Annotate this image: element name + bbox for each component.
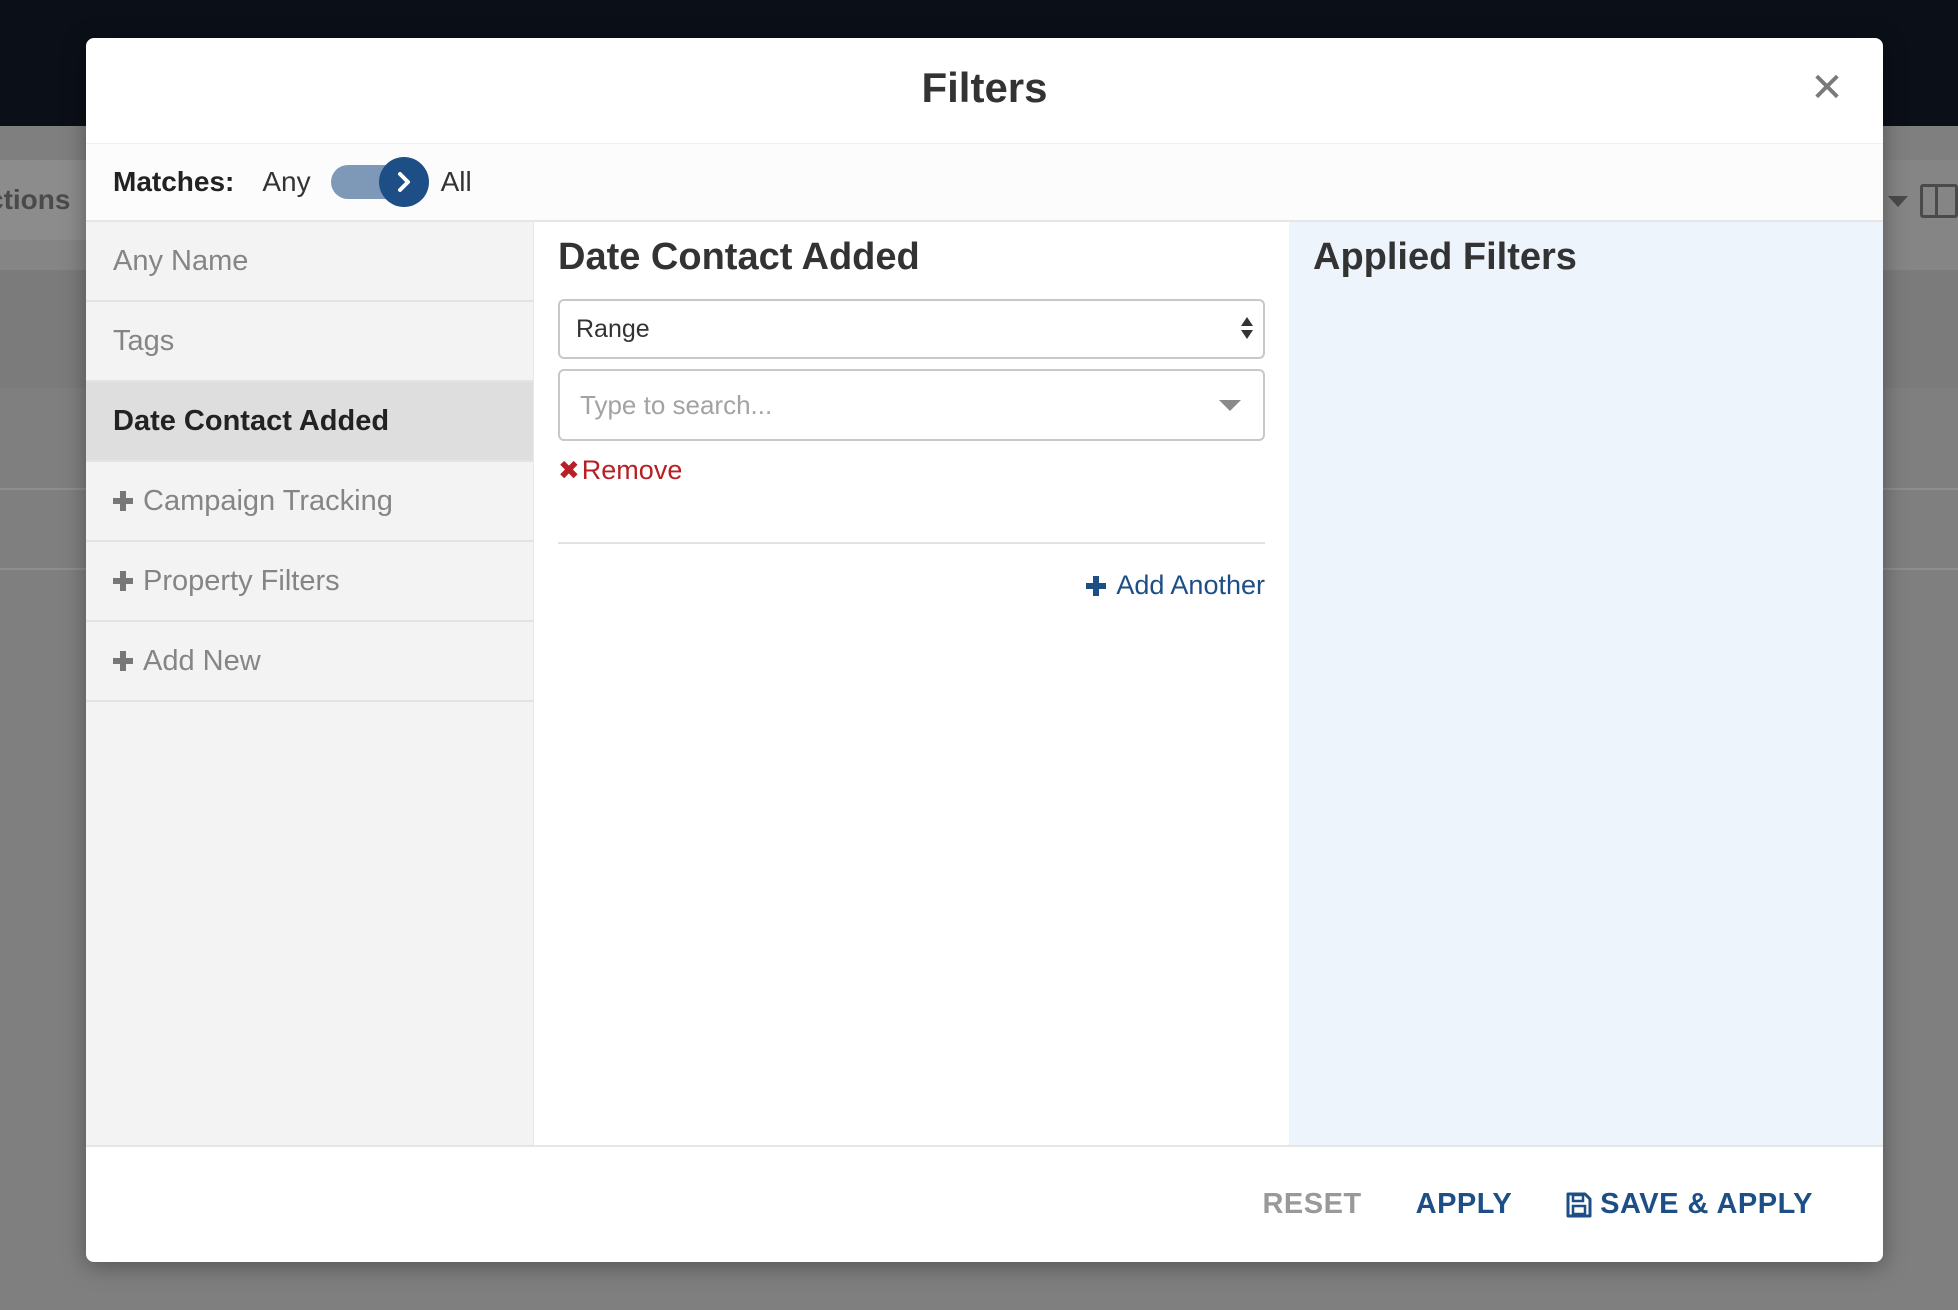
select-value: Range [576, 314, 650, 343]
sidebar-item-add-new[interactable]: Add New [86, 622, 533, 702]
sidebar-item-label: Any Name [113, 244, 249, 277]
sidebar-item-date-contact-added[interactable]: Date Contact Added [86, 382, 533, 462]
modal-header: Filters ✕ [86, 38, 1883, 144]
chevron-right-icon [378, 157, 429, 207]
modal-footer: RESET APPLY SAVE & APPLY [86, 1145, 1883, 1262]
sidebar-item-label: Property Filters [143, 564, 340, 597]
sidebar-item-label: Date Contact Added [113, 404, 390, 437]
apply-button[interactable]: APPLY [1416, 1188, 1513, 1221]
match-any-label[interactable]: Any [262, 166, 310, 198]
close-icon: ✖ [558, 455, 580, 485]
matches-label: Matches: [113, 166, 235, 197]
sidebar-item-label: Tags [113, 324, 175, 357]
chevron-down-icon [1888, 196, 1908, 207]
select-arrows-icon [1241, 315, 1253, 343]
sidebar-item-tags[interactable]: Tags [86, 302, 533, 382]
match-mode-toggle[interactable] [330, 157, 429, 207]
chevron-down-icon[interactable] [1219, 400, 1241, 411]
matches-row: Matches: Any All [86, 144, 1883, 222]
modal-body: Any Name Tags Date Contact Added Campaig… [86, 222, 1883, 1145]
sidebar-item-property-filters[interactable]: Property Filters [86, 542, 533, 622]
plus-icon [113, 571, 133, 591]
save-apply-button[interactable]: SAVE & APPLY [1566, 1188, 1813, 1221]
sidebar-item-label: Add New [143, 644, 261, 677]
reset-button[interactable]: RESET [1262, 1188, 1361, 1221]
date-mode-select[interactable]: Range [558, 299, 1265, 359]
filter-category-sidebar: Any Name Tags Date Contact Added Campaig… [86, 222, 534, 1145]
sidebar-item-campaign-tracking[interactable]: Campaign Tracking [86, 462, 533, 542]
remove-filter-link[interactable]: ✖ Remove [558, 455, 682, 486]
close-icon[interactable]: ✕ [1807, 68, 1847, 108]
search-combobox[interactable] [558, 369, 1265, 441]
filter-editor-panel: Date Contact Added Range ✖ Remove Add An… [534, 222, 1289, 1145]
plus-icon [1086, 575, 1107, 596]
actions-button: ctions [0, 160, 98, 240]
sidebar-item-label: Campaign Tracking [143, 484, 393, 517]
match-all-label[interactable]: All [441, 166, 472, 198]
applied-filters-title: Applied Filters [1313, 236, 1577, 278]
plus-icon [113, 651, 133, 671]
filters-modal: Filters ✕ Matches: Any All Any Name Tags… [86, 38, 1883, 1262]
save-apply-label: SAVE & APPLY [1600, 1188, 1813, 1220]
search-input[interactable] [560, 371, 1263, 439]
sidebar-item-any-name[interactable]: Any Name [86, 222, 533, 302]
editor-title: Date Contact Added [558, 236, 920, 278]
toolbar-right-controls [1888, 180, 1958, 224]
plus-icon [113, 491, 133, 511]
remove-label: Remove [581, 455, 683, 485]
add-another-label: Add Another [1116, 570, 1265, 600]
modal-title: Filters [921, 64, 1048, 111]
save-icon [1566, 1192, 1592, 1217]
add-another-link[interactable]: Add Another [1086, 570, 1265, 601]
columns-icon [1920, 184, 1958, 218]
divider [558, 542, 1265, 544]
applied-filters-panel: Applied Filters [1289, 222, 1883, 1145]
